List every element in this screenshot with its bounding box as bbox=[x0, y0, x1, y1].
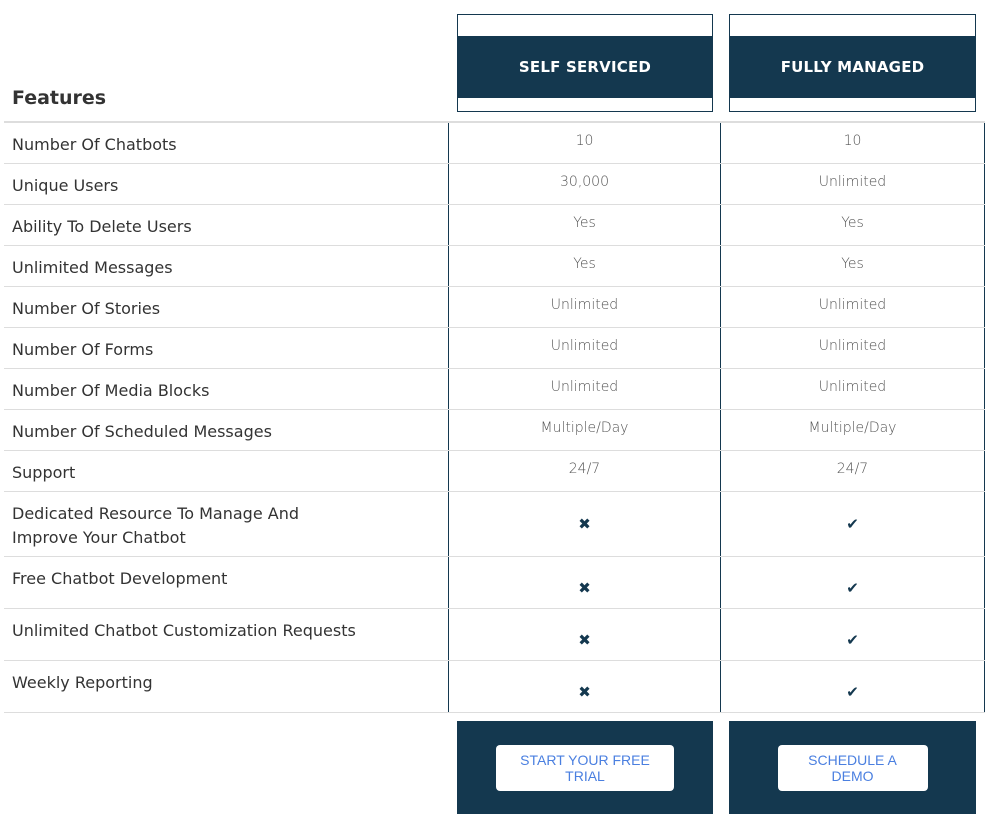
table-row: Unlimited Messages Yes Yes bbox=[4, 246, 985, 287]
table-row: Ability To Delete Users Yes Yes bbox=[4, 205, 985, 246]
fully-managed-value: Unlimited bbox=[721, 328, 985, 368]
fully-managed-value: Unlimited bbox=[721, 287, 985, 327]
plan-header-fully-managed: FULLY MANAGED bbox=[729, 14, 976, 112]
plan-title-fully-managed: FULLY MANAGED bbox=[730, 36, 975, 98]
feature-label: Support bbox=[4, 451, 449, 491]
fully-managed-value: ✔ bbox=[721, 557, 985, 608]
fully-managed-value: 24/7 bbox=[721, 451, 985, 491]
cross-icon: ✖ bbox=[578, 682, 591, 701]
plan-header-self-serviced: SELF SERVICED bbox=[457, 14, 713, 112]
fully-managed-value: Yes bbox=[721, 205, 985, 245]
cross-icon: ✖ bbox=[578, 578, 591, 597]
check-icon: ✔ bbox=[846, 630, 859, 649]
feature-label: Unique Users bbox=[4, 164, 449, 204]
self-serviced-value: Unlimited bbox=[449, 369, 721, 409]
feature-label: Dedicated Resource To Manage And Improve… bbox=[4, 492, 449, 556]
table-row: Unique Users 30,000 Unlimited bbox=[4, 164, 985, 205]
features-heading: Features bbox=[12, 87, 107, 109]
fully-managed-value: Unlimited bbox=[721, 164, 985, 204]
feature-label: Number Of Stories bbox=[4, 287, 449, 327]
plan-title-self-serviced: SELF SERVICED bbox=[458, 36, 712, 98]
self-serviced-value: ✖ bbox=[449, 609, 721, 660]
fully-managed-value: ✔ bbox=[721, 661, 985, 712]
feature-label: Number Of Media Blocks bbox=[4, 369, 449, 409]
self-serviced-value: Multiple/Day bbox=[449, 410, 721, 450]
self-serviced-value: Unlimited bbox=[449, 328, 721, 368]
self-serviced-value: ✖ bbox=[449, 661, 721, 712]
self-serviced-value: 24/7 bbox=[449, 451, 721, 491]
fully-managed-value: Yes bbox=[721, 246, 985, 286]
table-row: Free Chatbot Development ✖ ✔ bbox=[4, 557, 985, 609]
feature-label: Ability To Delete Users bbox=[4, 205, 449, 245]
cta-panel-self-serviced: START YOUR FREE TRIAL bbox=[457, 721, 713, 814]
fully-managed-value: Multiple/Day bbox=[721, 410, 985, 450]
check-icon: ✔ bbox=[846, 578, 859, 597]
fully-managed-value: ✔ bbox=[721, 609, 985, 660]
table-row: Dedicated Resource To Manage And Improve… bbox=[4, 492, 985, 557]
table-row: Number Of Stories Unlimited Unlimited bbox=[4, 287, 985, 328]
table-row: Number Of Chatbots 10 10 bbox=[4, 123, 985, 164]
feature-label: Weekly Reporting bbox=[4, 661, 449, 712]
table-row: Number Of Media Blocks Unlimited Unlimit… bbox=[4, 369, 985, 410]
check-icon: ✔ bbox=[846, 682, 859, 701]
check-icon: ✔ bbox=[846, 515, 859, 533]
table-row: Weekly Reporting ✖ ✔ bbox=[4, 661, 985, 713]
self-serviced-value: 30,000 bbox=[449, 164, 721, 204]
cross-icon: ✖ bbox=[578, 630, 591, 649]
self-serviced-value: ✖ bbox=[449, 557, 721, 608]
self-serviced-value: Yes bbox=[449, 205, 721, 245]
self-serviced-value: 10 bbox=[449, 123, 721, 163]
table-row: Support 24/7 24/7 bbox=[4, 451, 985, 492]
schedule-demo-button[interactable]: SCHEDULE A DEMO bbox=[777, 744, 928, 791]
feature-label: Number Of Scheduled Messages bbox=[4, 410, 449, 450]
fully-managed-value: 10 bbox=[721, 123, 985, 163]
feature-label: Number Of Chatbots bbox=[4, 123, 449, 163]
start-free-trial-button[interactable]: START YOUR FREE TRIAL bbox=[496, 744, 674, 791]
fully-managed-value: ✔ bbox=[721, 492, 985, 556]
table-row: Unlimited Chatbot Customization Requests… bbox=[4, 609, 985, 661]
self-serviced-value: ✖ bbox=[449, 492, 721, 556]
table-row: Number Of Scheduled Messages Multiple/Da… bbox=[4, 410, 985, 451]
self-serviced-value: Yes bbox=[449, 246, 721, 286]
table-row: Number Of Forms Unlimited Unlimited bbox=[4, 328, 985, 369]
cross-icon: ✖ bbox=[578, 515, 591, 533]
feature-label: Number Of Forms bbox=[4, 328, 449, 368]
feature-label: Free Chatbot Development bbox=[4, 557, 449, 608]
cta-panel-fully-managed: SCHEDULE A DEMO bbox=[729, 721, 976, 814]
feature-label: Unlimited Messages bbox=[4, 246, 449, 286]
comparison-table: Number Of Chatbots 10 10 Unique Users 30… bbox=[4, 121, 985, 713]
self-serviced-value: Unlimited bbox=[449, 287, 721, 327]
fully-managed-value: Unlimited bbox=[721, 369, 985, 409]
feature-label: Unlimited Chatbot Customization Requests bbox=[4, 609, 449, 660]
